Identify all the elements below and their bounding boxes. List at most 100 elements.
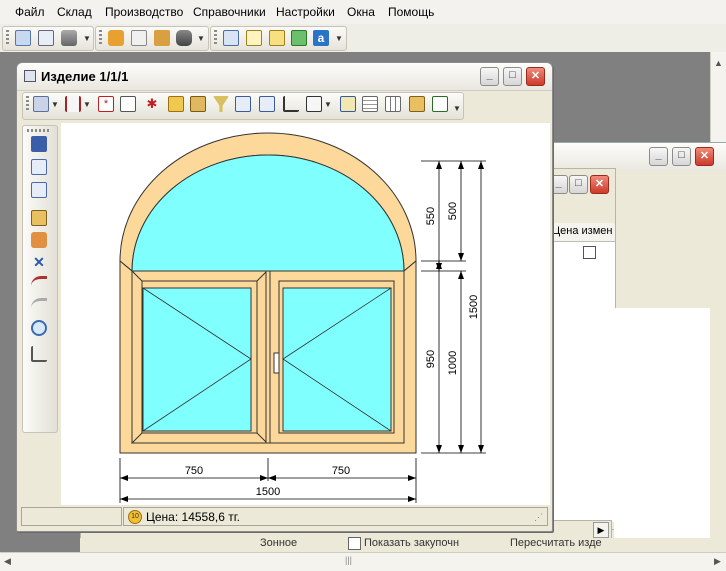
toolbar-group-2: ▼ — [95, 26, 209, 51]
edit-icon[interactable] — [31, 210, 47, 226]
status-bar: 10 Цена: 14558,6 тг. ⋰ — [21, 507, 548, 527]
close-button[interactable]: ✕ — [590, 175, 609, 194]
dim-1000: 1000 — [447, 351, 459, 375]
truck-icon[interactable] — [176, 30, 192, 46]
background-white-panel — [614, 308, 710, 552]
minimize-button[interactable]: _ — [480, 67, 499, 86]
export-icon[interactable] — [291, 30, 307, 46]
save-edit-icon[interactable] — [432, 96, 448, 112]
calc-icon[interactable]: a — [313, 30, 329, 46]
frame-icon[interactable] — [31, 159, 47, 175]
chevron-down-icon[interactable]: ▼ — [453, 103, 461, 115]
split-v-icon[interactable] — [235, 96, 251, 112]
save-icon[interactable] — [31, 136, 47, 152]
handle-icon[interactable] — [273, 352, 280, 374]
document-icon[interactable] — [269, 30, 285, 46]
scroll-left-icon[interactable]: ◀ — [4, 556, 11, 567]
menu-settings[interactable]: Настройки — [276, 5, 335, 19]
printer-icon[interactable] — [61, 30, 77, 46]
column-header-price-change: Цена измен — [552, 225, 613, 237]
zoom-icon[interactable] — [31, 320, 47, 336]
drawing-canvas[interactable]: 550 500 950 1000 1500 750 750 1500 — [61, 123, 550, 505]
edit-icon[interactable] — [409, 96, 425, 112]
product-window-titlebar[interactable]: Изделие 1/1/1 _ □ ✕ — [17, 63, 552, 91]
left-glass[interactable] — [142, 287, 252, 432]
insert-icon[interactable] — [340, 96, 356, 112]
delete-icon[interactable]: * — [98, 96, 114, 112]
table-icon[interactable] — [223, 30, 239, 46]
close-button[interactable]: ✕ — [695, 147, 714, 166]
chevron-down-icon[interactable]: ▼ — [335, 33, 343, 45]
split-icon[interactable] — [31, 182, 47, 198]
grid-icon[interactable] — [385, 96, 401, 112]
scroll-grip-icon[interactable]: ||| — [345, 555, 352, 565]
menu-file[interactable]: Файл — [15, 5, 45, 19]
menu-warehouse[interactable]: Склад — [57, 5, 92, 19]
mullion-icon[interactable] — [65, 96, 81, 112]
table-body — [549, 262, 615, 522]
footer-label-show-purchase: Показать закупочн — [364, 537, 460, 549]
measure-icon[interactable] — [31, 346, 47, 362]
copy-icon[interactable] — [131, 30, 147, 46]
package-icon[interactable] — [154, 30, 170, 46]
grid-icon[interactable] — [15, 30, 31, 46]
table-icon[interactable] — [362, 96, 378, 112]
chevron-down-icon[interactable]: ▼ — [51, 99, 59, 111]
curve2-icon[interactable] — [31, 298, 47, 314]
cross-icon[interactable]: ✱ — [144, 96, 160, 112]
chevron-right-icon[interactable]: ▶ — [593, 522, 609, 538]
chevron-down-icon[interactable]: ▼ — [324, 99, 332, 111]
palette-icon[interactable] — [31, 232, 47, 248]
checkbox[interactable] — [348, 537, 361, 550]
minimize-button[interactable]: _ — [649, 147, 668, 166]
split-h-icon[interactable] — [259, 96, 275, 112]
grip-icon[interactable] — [6, 30, 9, 46]
close-button[interactable]: ✕ — [526, 67, 545, 86]
grip-icon[interactable] — [99, 30, 102, 46]
grip-icon[interactable] — [214, 30, 217, 46]
resize-grip-icon[interactable]: ⋰ — [534, 512, 543, 523]
side-toolbar: ✕ — [22, 125, 58, 433]
mullion[interactable] — [265, 270, 271, 444]
filter-icon[interactable] — [213, 96, 229, 112]
grip-icon[interactable] — [26, 96, 29, 112]
menu-help[interactable]: Помощь — [388, 5, 434, 19]
scroll-right-icon[interactable]: ▶ — [714, 556, 721, 567]
maximize-button[interactable]: □ — [569, 175, 588, 194]
impost-icon[interactable] — [283, 96, 299, 112]
resize-icon[interactable]: ✕ — [31, 254, 47, 270]
status-panel-empty — [21, 507, 122, 526]
box-icon[interactable] — [108, 30, 124, 46]
menu-references[interactable]: Справочники — [193, 5, 266, 19]
window-icon[interactable] — [38, 30, 54, 46]
table-row[interactable] — [549, 242, 615, 262]
dim-1500-vertical: 1500 — [468, 295, 480, 319]
horizontal-scrollbar[interactable]: ◀ ||| ▶ — [0, 552, 726, 571]
menu-windows[interactable]: Окна — [347, 5, 375, 19]
layout-icon[interactable] — [190, 96, 206, 112]
align-icon[interactable] — [306, 96, 322, 112]
menu-production[interactable]: Производство — [105, 5, 183, 19]
toolbar-group-1: ▼ — [2, 26, 94, 51]
frame-icon[interactable] — [33, 96, 49, 112]
dim-500: 500 — [447, 202, 459, 220]
main-toolbar: ▼ ▼ a ▼ — [0, 24, 726, 53]
pages-icon[interactable] — [246, 30, 262, 46]
checkbox[interactable] — [583, 246, 596, 259]
maximize-button[interactable]: □ — [503, 67, 522, 86]
window-title: Изделие 1/1/1 — [41, 69, 129, 84]
panel-icon[interactable] — [120, 96, 136, 112]
right-glass[interactable] — [282, 287, 392, 432]
menu-bar: Файл Склад Производство Справочники Наст… — [0, 0, 726, 25]
dim-550: 550 — [425, 207, 437, 225]
maximize-button[interactable]: □ — [672, 147, 691, 166]
curve-icon[interactable] — [31, 276, 47, 292]
scroll-up-icon[interactable]: ▲ — [714, 58, 723, 68]
column-header[interactable]: Цена измен — [549, 223, 615, 242]
left-sash-bottom — [130, 432, 269, 444]
chevron-down-icon[interactable]: ▼ — [197, 33, 205, 45]
chevron-down-icon[interactable]: ▼ — [83, 33, 91, 45]
chevron-down-icon[interactable]: ▼ — [83, 99, 91, 111]
fill-icon[interactable] — [168, 96, 184, 112]
grip-icon[interactable] — [27, 129, 51, 132]
